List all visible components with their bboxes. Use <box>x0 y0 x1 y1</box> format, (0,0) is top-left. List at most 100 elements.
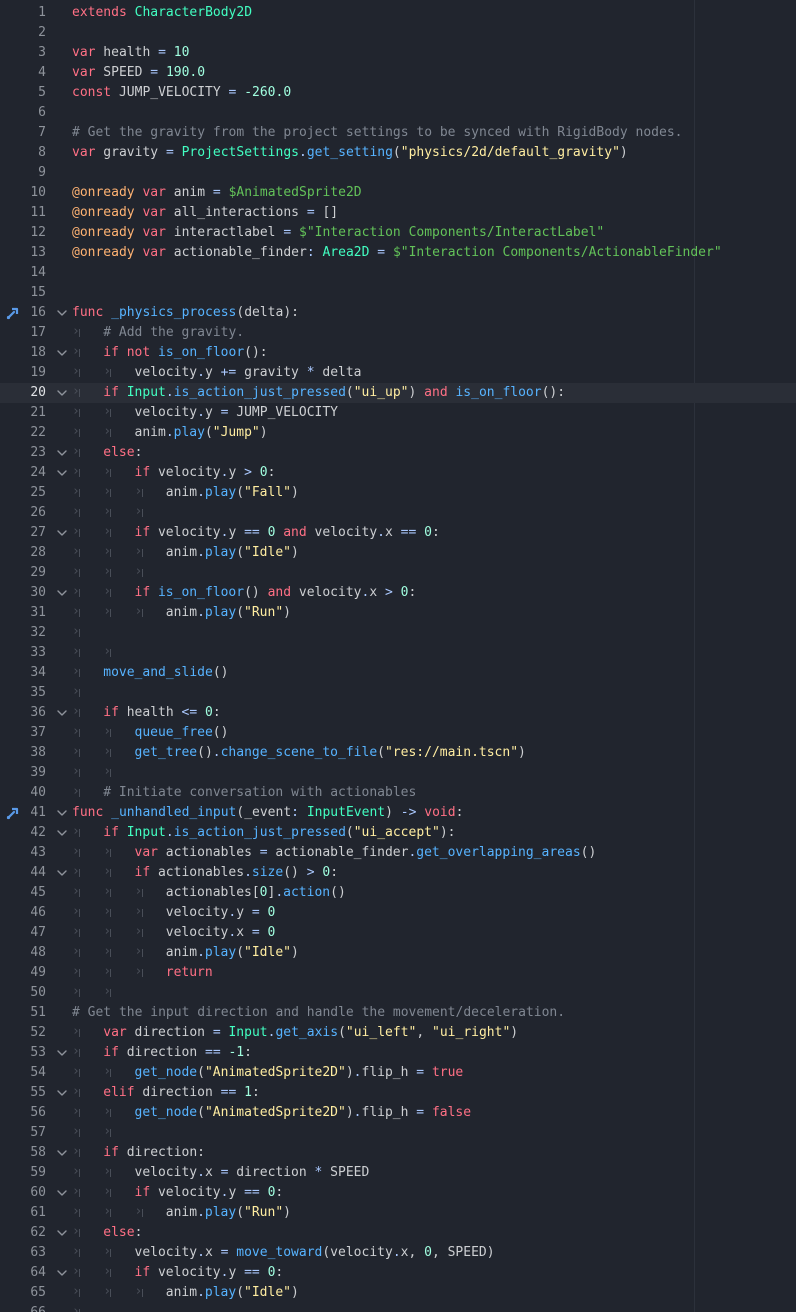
code-text[interactable]: get_node("AnimatedSprite2D").flip_h = fa… <box>72 1102 471 1123</box>
code-line[interactable]: 45 actionables[0].action() <box>0 882 796 903</box>
code-line[interactable]: 35 <box>0 682 796 703</box>
code-text[interactable]: anim.play("Idle") <box>72 542 299 563</box>
code-line[interactable]: 44 if actionables.size() > 0: <box>0 862 796 883</box>
code-line[interactable]: 42 if Input.is_action_just_pressed("ui_ac… <box>0 822 796 843</box>
code-line[interactable]: 38 get_tree().change_scene_to_file("res:/… <box>0 742 796 763</box>
code-text[interactable]: velocity.y = JUMP_VELOCITY <box>72 402 338 423</box>
code-text[interactable]: elif direction == 1: <box>72 1082 260 1103</box>
fold-arrow-icon[interactable] <box>56 1263 68 1283</box>
code-line[interactable]: 46 velocity.y = 0 <box>0 902 796 923</box>
code-text[interactable] <box>72 502 166 523</box>
code-line[interactable]: 66 <box>0 1302 796 1312</box>
code-line[interactable]: 15 <box>0 283 796 303</box>
code-line[interactable]: 7 # Get the gravity from the project sett… <box>0 123 796 143</box>
code-text[interactable]: if actionables.size() > 0: <box>72 862 338 883</box>
code-line[interactable]: 37 queue_free() <box>0 722 796 743</box>
code-text[interactable]: const JUMP_VELOCITY = -260.0 <box>72 83 291 103</box>
code-text[interactable]: if is_on_floor() and velocity.x > 0: <box>72 582 416 603</box>
fold-arrow-icon[interactable] <box>56 1183 68 1203</box>
fold-arrow-icon[interactable] <box>56 583 68 603</box>
fold-arrow-icon[interactable] <box>56 343 68 363</box>
code-line[interactable]: 14 <box>0 263 796 283</box>
code-line[interactable]: 51 # Get the input direction and handle t… <box>0 1003 796 1023</box>
code-text[interactable]: var actionables = actionable_finder.get_… <box>72 842 596 863</box>
code-line[interactable]: 41 func _unhandled_input(_event: InputEve… <box>0 803 796 823</box>
code-line[interactable]: 18 if not is_on_floor(): <box>0 342 796 363</box>
code-line[interactable]: 5 const JUMP_VELOCITY = -260.0 <box>0 83 796 103</box>
code-line[interactable]: 48 anim.play("Idle") <box>0 942 796 963</box>
code-text[interactable] <box>72 982 135 1003</box>
fold-arrow-icon[interactable] <box>56 1223 68 1243</box>
code-line[interactable]: 40 # Initiate conversation with actionabl… <box>0 782 796 803</box>
code-text[interactable]: get_node("AnimatedSprite2D").flip_h = tr… <box>72 1062 463 1083</box>
code-text[interactable]: velocity.y += gravity * delta <box>72 362 362 383</box>
code-text[interactable]: @onready var anim = $AnimatedSprite2D <box>72 183 362 203</box>
code-line[interactable]: 53 if direction == -1: <box>0 1042 796 1063</box>
code-line[interactable]: 8 var gravity = ProjectSettings.get_setti… <box>0 143 796 163</box>
code-text[interactable]: velocity.x = move_toward(velocity.x, 0, … <box>72 1242 495 1263</box>
code-line[interactable]: 2 <box>0 23 796 43</box>
code-text[interactable]: var SPEED = 190.0 <box>72 63 205 83</box>
code-line[interactable]: 36 if health <= 0: <box>0 702 796 723</box>
code-line[interactable]: 49 return <box>0 962 796 983</box>
code-line[interactable]: 62 else: <box>0 1222 796 1243</box>
code-text[interactable]: actionables[0].action() <box>72 882 346 903</box>
code-line[interactable]: 60 if velocity.y == 0: <box>0 1182 796 1203</box>
code-line[interactable]: 13 @onready var actionable_finder: Area2D… <box>0 243 796 263</box>
code-text[interactable]: var direction = Input.get_axis("ui_left"… <box>72 1022 518 1043</box>
code-line[interactable]: 61 anim.play("Run") <box>0 1202 796 1223</box>
code-line[interactable]: 54 get_node("AnimatedSprite2D").flip_h = … <box>0 1062 796 1083</box>
code-line[interactable]: 6 <box>0 103 796 123</box>
code-text[interactable]: anim.play("Run") <box>72 1202 291 1223</box>
code-text[interactable]: # Add the gravity. <box>72 322 244 343</box>
code-line[interactable]: 58 if direction: <box>0 1142 796 1163</box>
code-text[interactable]: else: <box>72 1222 142 1243</box>
fold-arrow-icon[interactable] <box>56 443 68 463</box>
fold-arrow-icon[interactable] <box>56 1143 68 1163</box>
fold-arrow-icon[interactable] <box>56 523 68 543</box>
code-line[interactable]: 1 extends CharacterBody2D <box>0 3 796 23</box>
code-text[interactable]: velocity.y = 0 <box>72 902 275 923</box>
code-line[interactable]: 3 var health = 10 <box>0 43 796 63</box>
code-line[interactable]: 64 if velocity.y == 0: <box>0 1262 796 1283</box>
code-text[interactable] <box>72 622 103 643</box>
code-line[interactable]: 19 velocity.y += gravity * delta <box>0 362 796 383</box>
code-text[interactable] <box>72 562 166 583</box>
code-text[interactable]: extends CharacterBody2D <box>72 3 252 23</box>
code-text[interactable] <box>72 682 103 703</box>
code-line[interactable]: 30 if is_on_floor() and velocity.x > 0: <box>0 582 796 603</box>
code-line[interactable]: 27if velocity.y == 0 and velocity.x == 0… <box>0 522 796 543</box>
code-line[interactable]: 16 func _physics_process(delta): <box>0 303 796 323</box>
code-text[interactable]: anim.play("Jump") <box>72 422 268 443</box>
fold-arrow-icon[interactable] <box>56 463 68 483</box>
fold-arrow-icon[interactable] <box>56 863 68 883</box>
code-line[interactable]: 55 elif direction == 1: <box>0 1082 796 1103</box>
code-text[interactable]: if velocity.y > 0: <box>72 462 275 483</box>
code-text[interactable]: if Input.is_action_just_pressed("ui_up")… <box>72 382 565 403</box>
code-text[interactable]: anim.play("Fall") <box>72 482 299 503</box>
code-text[interactable]: func _unhandled_input(_event: InputEvent… <box>72 803 463 823</box>
code-text[interactable]: if not is_on_floor(): <box>72 342 268 363</box>
code-line[interactable]: 20 if Input.is_action_just_pressed("ui_up… <box>0 382 796 403</box>
code-text[interactable]: @onready var interactlabel = $"Interacti… <box>72 223 604 243</box>
code-text[interactable] <box>72 1122 135 1143</box>
code-text[interactable]: if health <= 0: <box>72 702 221 723</box>
code-line[interactable]: 9 <box>0 163 796 183</box>
code-line[interactable]: 23 else: <box>0 442 796 463</box>
code-text[interactable]: else: <box>72 442 142 463</box>
code-line[interactable]: 50 <box>0 982 796 1003</box>
code-line[interactable]: 10 @onready var anim = $AnimatedSprite2D <box>0 183 796 203</box>
code-line[interactable]: 33 <box>0 642 796 663</box>
code-text[interactable]: # Get the gravity from the project setti… <box>72 123 682 143</box>
fold-arrow-icon[interactable] <box>56 383 68 403</box>
code-text[interactable] <box>72 762 135 783</box>
code-line[interactable]: 31 anim.play("Run") <box>0 602 796 623</box>
code-text[interactable]: @onready var all_interactions = [] <box>72 203 338 223</box>
code-line[interactable]: 43 var actionables = actionable_finder.ge… <box>0 842 796 863</box>
code-text[interactable]: if velocity.y == 0: <box>72 1182 283 1203</box>
code-text[interactable]: queue_free() <box>72 722 228 743</box>
code-text[interactable]: func _physics_process(delta): <box>72 303 299 323</box>
code-line[interactable]: 39 <box>0 762 796 783</box>
code-line[interactable]: 26 <box>0 502 796 523</box>
code-text[interactable]: if direction == -1: <box>72 1042 252 1063</box>
